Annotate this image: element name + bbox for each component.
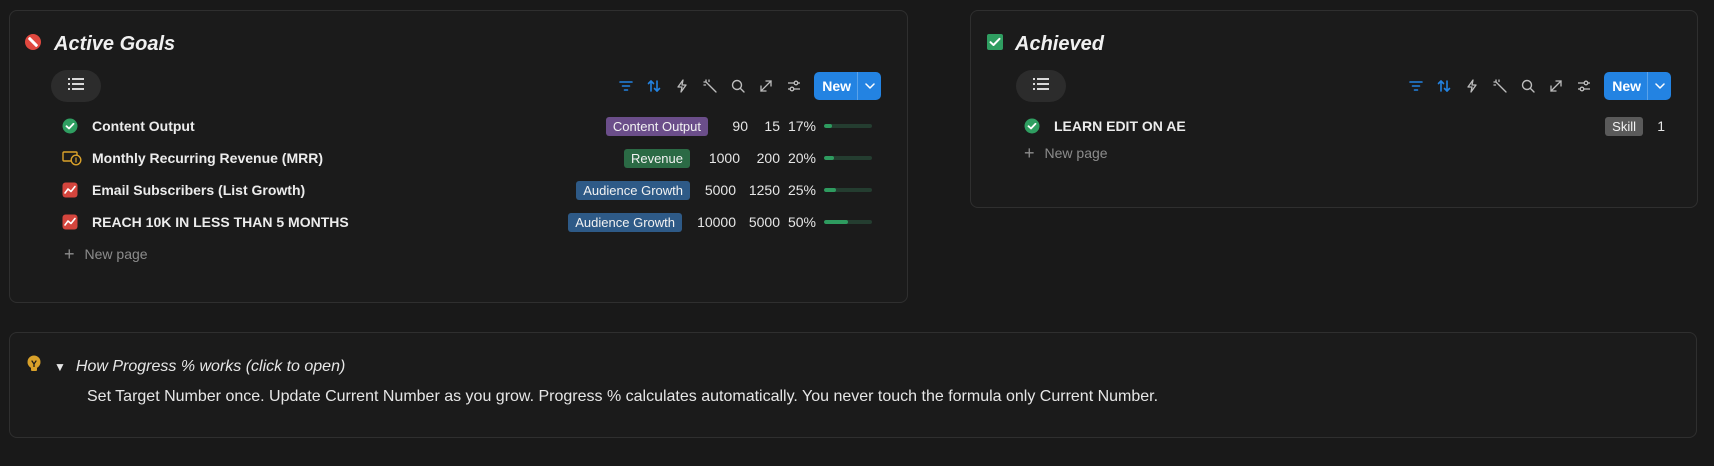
new-page-label: New page [84,246,148,262]
new-button-label: New [822,78,851,94]
plus-icon: + [64,244,75,264]
progress-bar-fill [824,220,848,224]
expand-icon[interactable] [1542,72,1570,100]
achieved-title[interactable]: Achieved [1015,33,1104,56]
progress-bar [824,188,872,192]
progress-percent: 17% [787,118,816,134]
progress-percent: 50% [787,214,816,230]
progress-bar [824,156,872,160]
goal-name[interactable]: Email Subscribers (List Growth) [92,182,305,198]
goal-properties: Skill 1 [1605,112,1665,140]
target-number: 90 [732,118,748,134]
target-number: 1000 [708,150,740,166]
table-row[interactable]: Email Subscribers (List Growth) [62,176,305,204]
table-row[interactable]: Content Output [62,112,195,140]
lightbulb-icon[interactable] [26,355,42,378]
progress-percent: 25% [787,182,816,198]
category-tag: Content Output [605,116,708,136]
callout-title[interactable]: How Progress % works (click to open) [76,358,345,376]
list-view-button[interactable] [1016,70,1066,102]
list-icon [68,77,84,95]
callout-body: Set Target Number once. Update Current N… [87,388,1159,405]
callout-toggle[interactable]: ▼ How Progress % works (click to open) [54,358,345,376]
current-number: 1250 [748,182,780,198]
achieved-panel: Achieved New LEARN EDIT ON AE Skill 1 + … [970,10,1698,208]
new-button-label: New [1612,78,1641,94]
progress-bar-fill [824,188,836,192]
category-tag: Audience Growth [576,180,690,200]
active-goals-header: Active Goals [24,33,175,56]
progress-percent: 20% [787,150,816,166]
plus-icon: + [1024,143,1035,163]
goal-name[interactable]: REACH 10K IN LESS THAN 5 MONTHS [92,214,349,230]
magic-wand-icon[interactable] [696,72,724,100]
settings-sliders-icon[interactable] [1570,72,1598,100]
new-button[interactable]: New [814,72,881,100]
checkbox-icon[interactable] [987,34,1003,55]
check-circle-icon [1024,117,1046,135]
goal-properties: Audience Growth 5000 1250 25% [576,176,872,204]
target-number: 10000 [697,214,736,230]
goal-properties: Audience Growth 10000 5000 50% [568,208,872,236]
sort-icon[interactable] [640,72,668,100]
list-view-button[interactable] [51,70,101,102]
category-tag: Audience Growth [568,212,682,232]
goal-properties: Revenue 1000 200 20% [623,144,872,172]
lightning-icon[interactable] [668,72,696,100]
achieved-toolbar: New [1402,72,1671,100]
search-icon[interactable] [1514,72,1542,100]
active-goals-title[interactable]: Active Goals [54,33,175,56]
progress-bar [824,220,872,224]
search-icon[interactable] [724,72,752,100]
new-page-label: New page [1044,145,1108,161]
check-circle-icon [62,117,84,135]
table-row[interactable]: Monthly Recurring Revenue (MRR) [62,144,323,172]
current-number: 200 [756,150,780,166]
progress-bar-fill [824,156,834,160]
table-row[interactable]: REACH 10K IN LESS THAN 5 MONTHS [62,208,349,236]
expand-icon[interactable] [752,72,780,100]
sort-icon[interactable] [1430,72,1458,100]
achieved-header: Achieved [987,33,1104,56]
table-row[interactable]: LEARN EDIT ON AE [1024,112,1186,140]
filter-icon[interactable] [1402,72,1430,100]
category-tag: Revenue [623,148,690,168]
settings-sliders-icon[interactable] [780,72,808,100]
chart-icon [62,181,84,199]
list-icon [1033,77,1049,95]
current-number: 5000 [748,214,780,230]
goal-name[interactable]: Monthly Recurring Revenue (MRR) [92,150,323,166]
active-goals-panel: Active Goals New Content Output Content … [9,10,908,303]
new-button[interactable]: New [1604,72,1671,100]
active-toolbar: New [612,72,881,100]
goal-properties: Content Output 90 15 17% [605,112,872,140]
goal-name[interactable]: Content Output [92,118,195,134]
progress-bar-fill [824,124,833,128]
callout-block: ▼ How Progress % works (click to open) S… [9,332,1697,438]
value-number: 1 [1657,118,1665,134]
new-page-button[interactable]: + New page [64,245,148,263]
callout-header: ▼ How Progress % works (click to open) [26,355,345,378]
goal-name[interactable]: LEARN EDIT ON AE [1054,118,1186,134]
progress-bar [824,124,872,128]
no-entry-icon[interactable] [24,33,42,56]
category-tag: Skill [1605,116,1643,136]
triangle-down-icon[interactable]: ▼ [54,360,66,374]
chart-icon [62,213,84,231]
money-icon [62,149,84,167]
current-number: 15 [764,118,780,134]
filter-icon[interactable] [612,72,640,100]
target-number: 5000 [704,182,736,198]
chevron-down-icon[interactable] [857,72,881,100]
magic-wand-icon[interactable] [1486,72,1514,100]
lightning-icon[interactable] [1458,72,1486,100]
new-page-button[interactable]: + New page [1024,144,1108,162]
chevron-down-icon[interactable] [1647,72,1671,100]
